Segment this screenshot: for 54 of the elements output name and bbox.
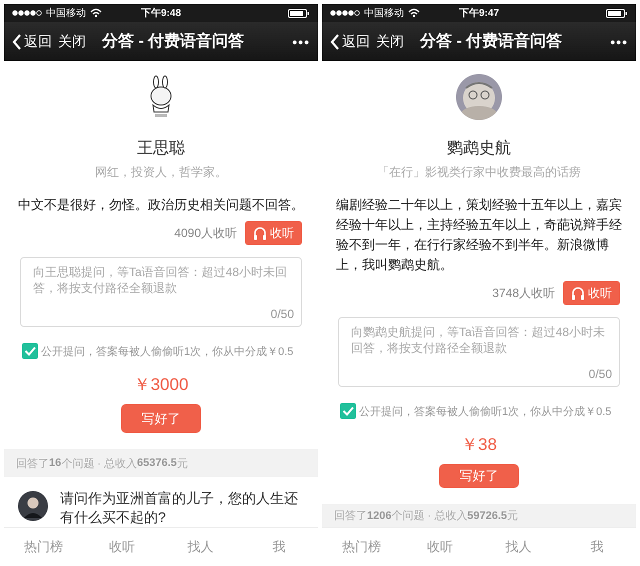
carrier-name: 中国移动 bbox=[46, 6, 86, 20]
submit-button[interactable]: 写好了 bbox=[439, 464, 519, 488]
battery-icon bbox=[606, 8, 628, 18]
checkbox[interactable] bbox=[340, 403, 356, 419]
public-option-label: 公开提问，答案每被人偷偷听1次，你从中分成￥0.5 bbox=[359, 404, 612, 418]
battery-icon bbox=[288, 8, 310, 18]
price-label: ￥38 bbox=[461, 434, 497, 456]
wifi-icon bbox=[408, 8, 420, 18]
public-option-label: 公开提问，答案每被人偷偷听1次，你从中分成￥0.5 bbox=[41, 344, 294, 358]
carrier-name: 中国移动 bbox=[364, 6, 404, 20]
tab[interactable]: 收听 bbox=[400, 537, 479, 557]
more-menu[interactable]: ••• bbox=[610, 34, 628, 50]
back-chevron-icon bbox=[330, 34, 340, 50]
tab[interactable]: 我 bbox=[558, 537, 636, 557]
profile-tagline: 网红，投资人，哲学家。 bbox=[95, 164, 227, 181]
tab[interactable]: 收听 bbox=[82, 537, 161, 557]
page-title: 分答 - 付费语音问答 bbox=[420, 31, 564, 52]
page-title: 分答 - 付费语音问答 bbox=[102, 31, 246, 52]
char-counter: 0/50 bbox=[588, 367, 612, 381]
profile-bio: 编剧经验二十年以上，策划经验十五年以上，嘉宾经验十年以上，主持经验五年以上，奇葩说辩手经验不到一年，在行行家经验不到半年。新浪微博上，我叫鹦鹉史航。 bbox=[335, 196, 623, 274]
listener-count: 4090人收听 bbox=[174, 224, 237, 242]
profile-name: 鹦鹉史航 bbox=[447, 138, 511, 159]
submit-button[interactable]: 写好了 bbox=[121, 404, 201, 434]
tab[interactable]: 找人 bbox=[161, 537, 240, 557]
avatar-icon bbox=[18, 491, 48, 521]
signal-icon bbox=[330, 9, 360, 17]
listen-button[interactable]: 收听 bbox=[563, 281, 620, 305]
checkbox[interactable] bbox=[22, 343, 38, 359]
question-text[interactable]: 请问作为亚洲首富的儿子，您的人生还有什么买不起的? bbox=[60, 489, 304, 527]
status-time: 下午9:48 bbox=[140, 8, 181, 19]
more-menu[interactable]: ••• bbox=[292, 34, 310, 50]
listen-button[interactable]: 收听 bbox=[245, 221, 302, 245]
wifi-icon bbox=[90, 8, 102, 18]
profile-bio: 中文不是很好，勿怪。政治历史相关问题不回答。 bbox=[17, 196, 305, 214]
profile-tagline: 「在行」影视类行家中收费最高的话痨 bbox=[377, 164, 581, 181]
back-link[interactable]: 返回 bbox=[24, 32, 52, 50]
headphones-icon bbox=[571, 286, 585, 300]
tab[interactable]: 我 bbox=[240, 537, 318, 557]
close-link[interactable]: 关闭 bbox=[58, 32, 86, 50]
tab[interactable]: 热门榜 bbox=[4, 537, 82, 557]
back-chevron-icon bbox=[12, 34, 22, 50]
char-counter: 0/50 bbox=[270, 307, 294, 321]
headphones-icon bbox=[253, 226, 267, 240]
tab[interactable]: 找人 bbox=[479, 537, 558, 557]
tab[interactable]: 热门榜 bbox=[322, 537, 400, 557]
listener-count: 3748人收听 bbox=[492, 284, 555, 302]
profile-name: 王思聪 bbox=[137, 139, 185, 159]
stats-text: 回答了16个问题 · 总收入65376.5元 bbox=[4, 449, 318, 477]
price-label: ￥3000 bbox=[134, 374, 188, 396]
signal-icon bbox=[12, 9, 42, 17]
close-link[interactable]: 关闭 bbox=[376, 32, 404, 50]
status-time: 下午9:47 bbox=[458, 8, 499, 19]
back-link[interactable]: 返回 bbox=[342, 32, 370, 50]
stats-text: 回答了1206个问题 · 总收入59726.5元 bbox=[322, 504, 636, 527]
